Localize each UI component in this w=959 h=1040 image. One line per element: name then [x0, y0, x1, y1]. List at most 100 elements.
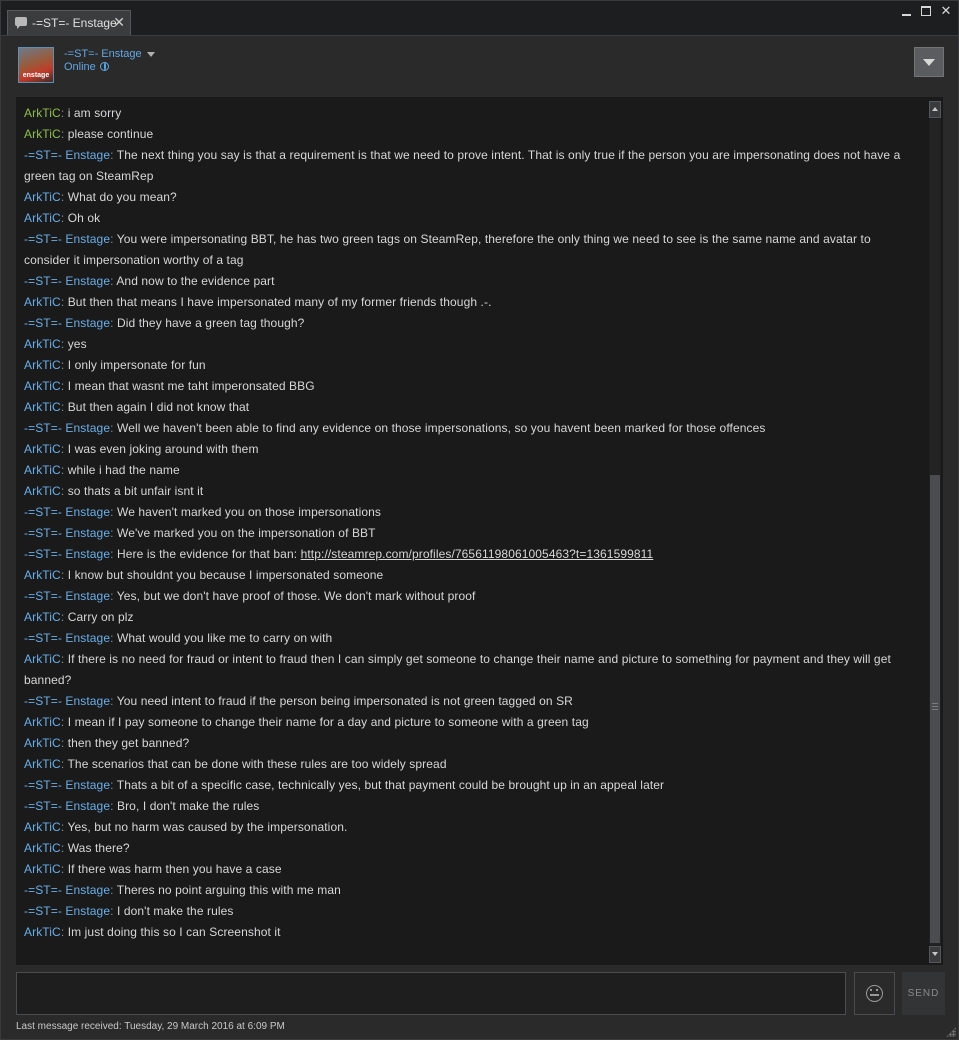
send-button[interactable]: SEND — [902, 972, 945, 1015]
message-speaker[interactable]: ArkTiC — [24, 127, 61, 141]
message-text: so thats a bit unfair isnt it — [67, 484, 204, 498]
scroll-down-button[interactable] — [929, 946, 941, 963]
message-speaker[interactable]: -=ST=- Enstage — [24, 799, 110, 813]
message-input-box[interactable] — [16, 972, 846, 1015]
message-speaker[interactable]: -=ST=- Enstage — [24, 694, 110, 708]
emoticon-button[interactable] — [854, 972, 895, 1015]
message-speaker[interactable]: ArkTiC — [24, 862, 61, 876]
chat-header: enstage -=ST=- Enstage Online — [1, 36, 958, 96]
chat-message: ArkTiC: If there was harm then you have … — [24, 859, 912, 880]
message-separator: : — [60, 736, 68, 750]
message-text: I only impersonate for fun — [67, 358, 206, 372]
chat-message: ArkTiC: The scenarios that can be done w… — [24, 754, 912, 775]
message-speaker[interactable]: -=ST=- Enstage — [24, 526, 110, 540]
message-text: Yes, but no harm was caused by the imper… — [67, 820, 348, 834]
message-separator: : — [60, 715, 68, 729]
maximize-icon[interactable] — [920, 5, 932, 17]
message-speaker[interactable]: ArkTiC — [24, 295, 61, 309]
message-speaker[interactable]: ArkTiC — [24, 841, 61, 855]
message-speaker[interactable]: ArkTiC — [24, 568, 61, 582]
message-speaker[interactable]: ArkTiC — [24, 610, 61, 624]
chat-message: -=ST=- Enstage: What would you like me t… — [24, 628, 912, 649]
message-speaker[interactable]: ArkTiC — [24, 820, 61, 834]
chat-message: ArkTiC: Im just doing this so I can Scre… — [24, 922, 912, 943]
message-speaker[interactable]: ArkTiC — [24, 652, 61, 666]
chat-message: -=ST=- Enstage: Theres no point arguing … — [24, 880, 912, 901]
window-controls: ✕ — [900, 4, 952, 17]
message-speaker[interactable]: -=ST=- Enstage — [24, 232, 110, 246]
message-speaker[interactable]: -=ST=- Enstage — [24, 904, 110, 918]
close-icon[interactable]: ✕ — [940, 4, 952, 17]
chat-message: -=ST=- Enstage: Thats a bit of a specifi… — [24, 775, 912, 796]
message-text: We've marked you on the impersonation of… — [116, 526, 376, 540]
message-speaker[interactable]: ArkTiC — [24, 925, 61, 939]
message-speaker[interactable]: ArkTiC — [24, 463, 61, 477]
scroll-thumb[interactable] — [930, 475, 940, 943]
message-speaker[interactable]: ArkTiC — [24, 715, 61, 729]
message-separator: : — [60, 379, 68, 393]
message-separator: : — [60, 190, 68, 204]
chat-message: -=ST=- Enstage: We've marked you on the … — [24, 523, 912, 544]
message-separator: : — [110, 547, 117, 561]
message-text: If there was harm then you have a case — [67, 862, 282, 876]
chat-message: ArkTiC: Was there? — [24, 838, 912, 859]
message-text: But then that means I have impersonated … — [67, 295, 492, 309]
message-speaker[interactable]: -=ST=- Enstage — [24, 505, 110, 519]
message-speaker[interactable]: -=ST=- Enstage — [24, 274, 110, 288]
chat-message: -=ST=- Enstage: I don't make the rules — [24, 901, 912, 922]
chat-message: ArkTiC: Carry on plz — [24, 607, 912, 628]
message-input[interactable] — [17, 973, 845, 1014]
message-link[interactable]: http://steamrep.com/profiles/76561198061… — [301, 547, 654, 561]
message-speaker[interactable]: ArkTiC — [24, 757, 61, 771]
message-separator: : — [110, 883, 117, 897]
message-speaker[interactable]: ArkTiC — [24, 400, 61, 414]
scroll-up-button[interactable] — [929, 101, 941, 118]
friend-name[interactable]: -=ST=- Enstage — [64, 48, 142, 60]
chat-message: ArkTiC: Oh ok — [24, 208, 912, 229]
message-separator: : — [60, 652, 68, 666]
scrollbar[interactable] — [929, 101, 941, 963]
message-text: Yes, but we don't have proof of those. W… — [116, 589, 476, 603]
message-speaker[interactable]: -=ST=- Enstage — [24, 589, 110, 603]
scroll-track[interactable] — [930, 119, 940, 945]
message-text: Thats a bit of a specific case, technica… — [116, 778, 665, 792]
message-separator: : — [60, 442, 68, 456]
minimize-icon[interactable] — [900, 5, 912, 17]
message-speaker[interactable]: ArkTiC — [24, 211, 61, 225]
chat-message: ArkTiC: I only impersonate for fun — [24, 355, 912, 376]
tab-chat-enstage[interactable]: -=ST=- Enstage ✕ — [7, 10, 131, 35]
message-speaker[interactable]: -=ST=- Enstage — [24, 421, 110, 435]
message-speaker[interactable]: ArkTiC — [24, 190, 61, 204]
chat-message: -=ST=- Enstage: You need intent to fraud… — [24, 691, 912, 712]
message-speaker[interactable]: -=ST=- Enstage — [24, 148, 110, 162]
message-speaker[interactable]: ArkTiC — [24, 106, 61, 120]
chevron-down-icon[interactable] — [147, 52, 155, 57]
message-text: I don't make the rules — [116, 904, 234, 918]
message-speaker[interactable]: ArkTiC — [24, 379, 61, 393]
message-speaker[interactable]: -=ST=- Enstage — [24, 883, 110, 897]
chat-message: -=ST=- Enstage: Yes, but we don't have p… — [24, 586, 912, 607]
chat-message: ArkTiC: I was even joking around with th… — [24, 439, 912, 460]
message-list: ArkTiC: i am sorry ArkTiC: please continu… — [24, 103, 912, 943]
chat-message: ArkTiC: But then again I did not know th… — [24, 397, 912, 418]
message-speaker[interactable]: -=ST=- Enstage — [24, 631, 110, 645]
message-speaker[interactable]: ArkTiC — [24, 337, 61, 351]
resize-grip-icon[interactable] — [946, 1027, 956, 1037]
message-text: Carry on plz — [67, 610, 134, 624]
message-separator: : — [60, 358, 68, 372]
message-speaker[interactable]: -=ST=- Enstage — [24, 547, 110, 561]
message-speaker[interactable]: ArkTiC — [24, 736, 61, 750]
message-speaker[interactable]: ArkTiC — [24, 442, 61, 456]
tab-close-icon[interactable]: ✕ — [113, 14, 125, 31]
message-text: yes — [67, 337, 87, 351]
chat-log[interactable]: ArkTiC: i am sorry ArkTiC: please continu… — [16, 97, 943, 965]
message-speaker[interactable]: -=ST=- Enstage — [24, 778, 110, 792]
message-separator: : — [60, 337, 68, 351]
avatar[interactable]: enstage — [18, 47, 54, 83]
message-speaker[interactable]: -=ST=- Enstage — [24, 316, 110, 330]
message-separator: : — [60, 610, 68, 624]
chat-options-dropdown-button[interactable] — [914, 47, 944, 77]
message-speaker[interactable]: ArkTiC — [24, 358, 61, 372]
message-text: What do you mean? — [67, 190, 177, 204]
message-speaker[interactable]: ArkTiC — [24, 484, 61, 498]
